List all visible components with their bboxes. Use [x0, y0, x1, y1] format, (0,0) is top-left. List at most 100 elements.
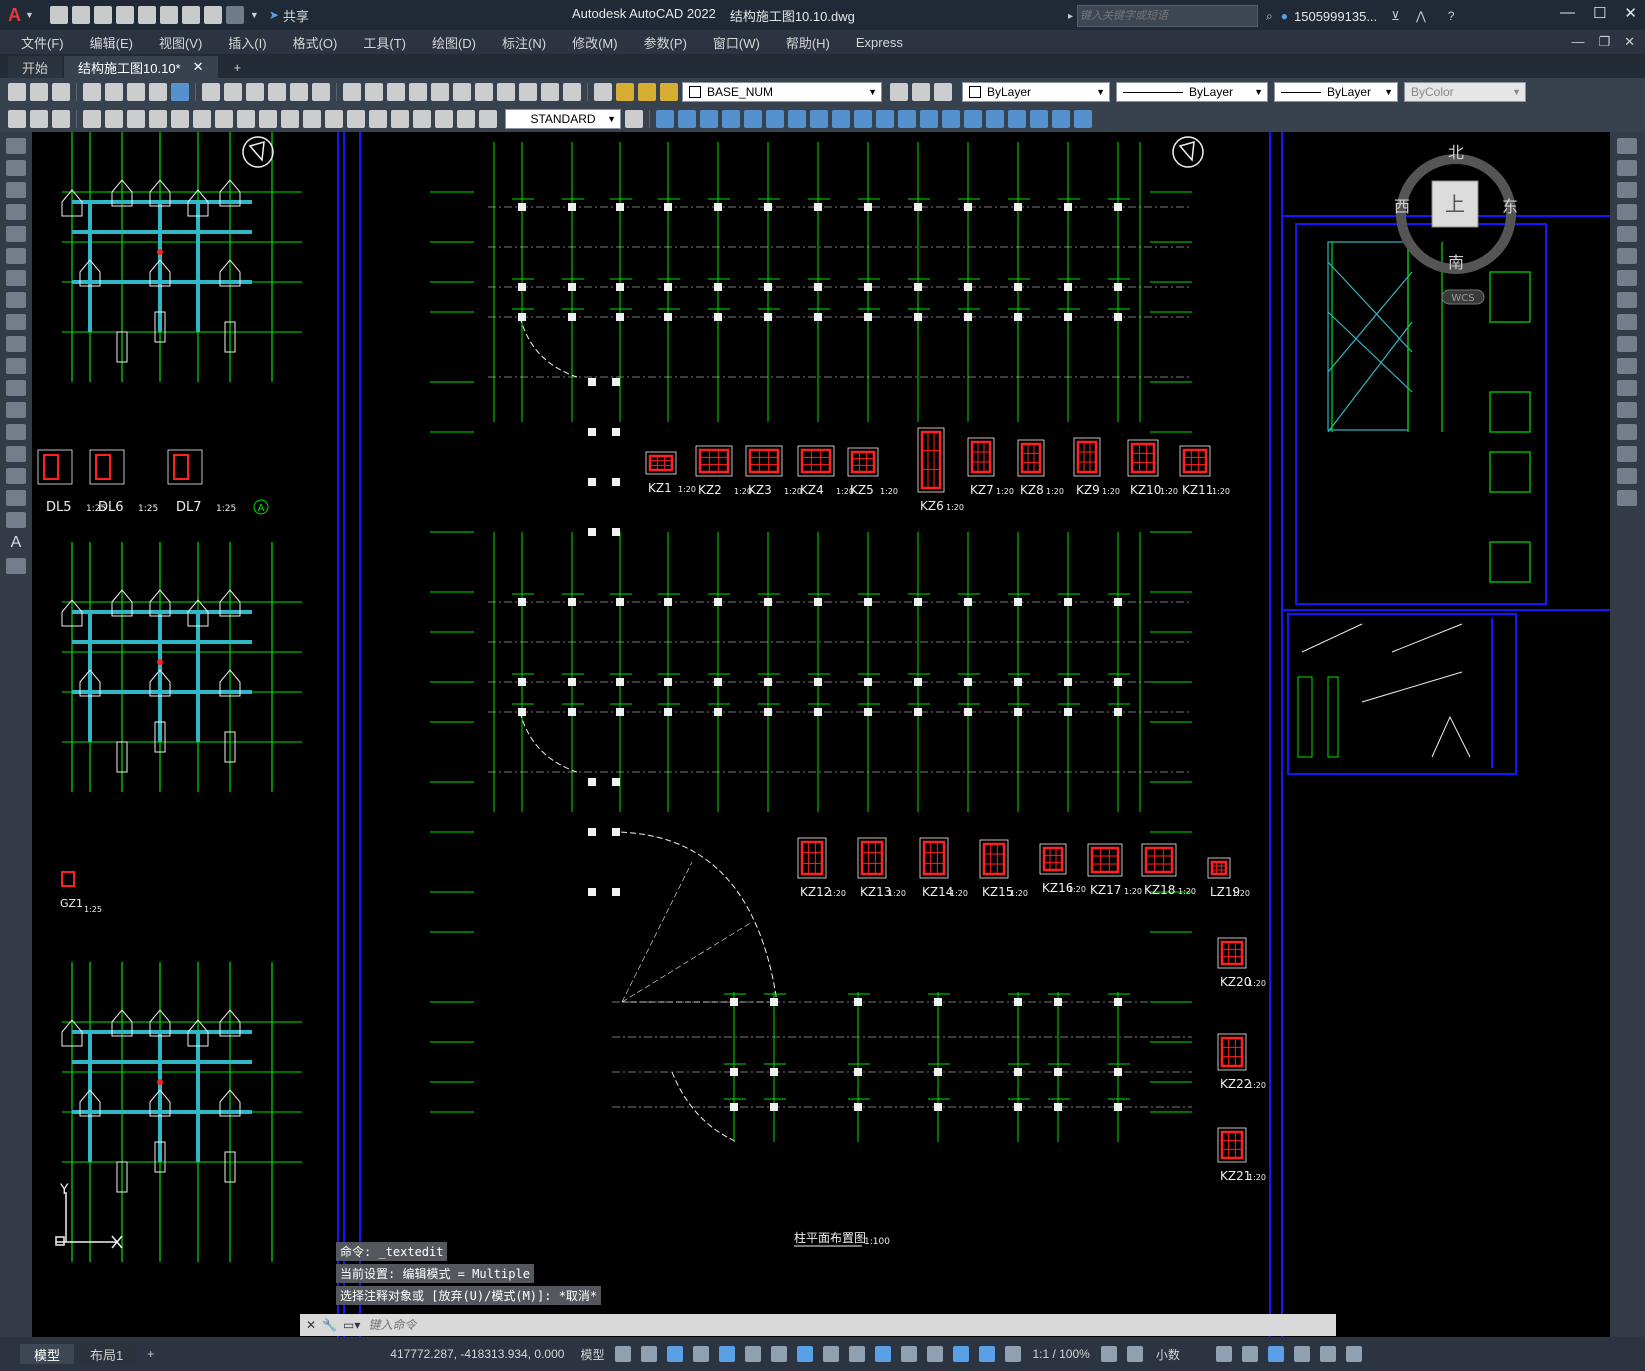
- minimize-icon[interactable]: —: [1560, 4, 1575, 22]
- clean-screen-icon[interactable]: [1319, 1346, 1336, 1362]
- color-faces-icon[interactable]: [898, 110, 916, 128]
- layer-properties-icon[interactable]: [594, 83, 612, 101]
- user-name[interactable]: 1505999135...: [1294, 9, 1377, 24]
- stretch-icon[interactable]: [1617, 314, 1637, 330]
- annotation-visibility-icon[interactable]: [979, 1346, 996, 1362]
- menu-parametric[interactable]: 参数(P): [631, 33, 700, 52]
- command-prompt-icon[interactable]: ▭▾: [343, 1318, 360, 1332]
- copy-faces-icon[interactable]: [876, 110, 894, 128]
- scale-icon[interactable]: [1617, 292, 1637, 308]
- match-properties-icon[interactable]: [268, 83, 286, 101]
- tab-drawing[interactable]: 结构施工图10.10* ✕: [64, 56, 218, 78]
- union-icon[interactable]: [678, 110, 696, 128]
- hardware-acceleration-icon[interactable]: [1293, 1346, 1310, 1362]
- markup-icon[interactable]: [519, 83, 537, 101]
- zoom-realtime-icon[interactable]: [365, 83, 383, 101]
- doc-close-icon[interactable]: ✕: [1624, 34, 1635, 50]
- 3d-print-icon[interactable]: [149, 83, 167, 101]
- layer-freeze-icon[interactable]: [638, 83, 656, 101]
- color-dropdown[interactable]: ByLayer ▼: [962, 82, 1110, 102]
- add-layout-button[interactable]: +: [147, 1347, 154, 1361]
- layer-states-icon[interactable]: [934, 83, 952, 101]
- menu-insert[interactable]: 插入(I): [215, 33, 279, 52]
- dim-angular-icon[interactable]: [215, 110, 233, 128]
- menu-modify[interactable]: 修改(M): [559, 33, 631, 52]
- search-icon[interactable]: ⌕: [1266, 9, 1273, 24]
- tab-close-icon[interactable]: ✕: [193, 59, 204, 75]
- gradient-icon[interactable]: [6, 468, 26, 484]
- design-center-icon[interactable]: [453, 83, 471, 101]
- dim-arc-icon[interactable]: [105, 110, 123, 128]
- ortho-icon[interactable]: [667, 1346, 684, 1362]
- circle-icon[interactable]: [6, 270, 26, 286]
- tolerance-icon[interactable]: [347, 110, 365, 128]
- zoom-window-icon[interactable]: [387, 83, 405, 101]
- tab-layout1[interactable]: 布局1: [76, 1344, 138, 1364]
- layer-on-icon[interactable]: [616, 83, 634, 101]
- polygon-icon[interactable]: [6, 204, 26, 220]
- layer-dropdown[interactable]: BASE_NUM ▼: [682, 82, 882, 102]
- annotation-monitor-icon[interactable]: [1126, 1346, 1143, 1362]
- help-icon[interactable]: [563, 83, 581, 101]
- imprint-icon[interactable]: [920, 110, 938, 128]
- tool-palettes-icon[interactable]: [475, 83, 493, 101]
- menu-format[interactable]: 格式(O): [280, 33, 351, 52]
- cart-icon[interactable]: ⊻: [1391, 9, 1400, 23]
- quick-access-dropdown-icon[interactable]: ▼: [250, 10, 259, 20]
- menu-express[interactable]: Express: [843, 35, 916, 50]
- redo-icon[interactable]: [312, 83, 330, 101]
- save-as-icon[interactable]: [115, 6, 134, 24]
- add-selected-icon[interactable]: [6, 558, 26, 574]
- object-snap-icon[interactable]: [771, 1346, 788, 1362]
- polar-icon[interactable]: [693, 1346, 710, 1362]
- arc-icon[interactable]: [6, 248, 26, 264]
- point-icon[interactable]: [6, 424, 26, 440]
- line-tool-icon[interactable]: [6, 138, 26, 154]
- table-icon[interactable]: [6, 512, 26, 528]
- share-icon[interactable]: ➤: [269, 8, 279, 22]
- dim-jogged-icon[interactable]: [171, 110, 189, 128]
- annotation-scale[interactable]: 1:1 / 100%: [1032, 1347, 1089, 1361]
- command-customize-icon[interactable]: 🔧: [322, 1318, 337, 1332]
- command-input[interactable]: [366, 1315, 1336, 1335]
- ellipse-icon[interactable]: [6, 336, 26, 352]
- gizmo-icon[interactable]: [953, 1346, 970, 1362]
- paste-icon[interactable]: [246, 83, 264, 101]
- layer-lock-icon[interactable]: [660, 83, 678, 101]
- delete-faces-icon[interactable]: [810, 110, 828, 128]
- join-icon[interactable]: [1617, 424, 1637, 440]
- 3d-osnap-icon[interactable]: [875, 1346, 892, 1362]
- quick-dim-icon[interactable]: [237, 110, 255, 128]
- blend-curves-icon[interactable]: [1617, 490, 1637, 506]
- trim-icon[interactable]: [1617, 336, 1637, 352]
- menu-window[interactable]: 窗口(W): [700, 33, 773, 52]
- insert-block-icon[interactable]: [6, 380, 26, 396]
- move-faces-icon[interactable]: [766, 110, 784, 128]
- menu-help[interactable]: 帮助(H): [773, 33, 843, 52]
- maximize-icon[interactable]: ☐: [1593, 4, 1606, 22]
- menu-draw[interactable]: 绘图(D): [419, 33, 489, 52]
- zoom-previous-icon[interactable]: [409, 83, 427, 101]
- copy-icon[interactable]: [224, 83, 242, 101]
- auto-scale-icon[interactable]: [1005, 1346, 1022, 1362]
- dim-update-icon[interactable]: [479, 110, 497, 128]
- tab-model[interactable]: 模型: [20, 1344, 75, 1364]
- new-file-icon[interactable]: [49, 6, 68, 24]
- autocad-logo-icon[interactable]: A: [8, 5, 21, 26]
- lineweight-icon[interactable]: [797, 1346, 814, 1362]
- plot-icon[interactable]: [181, 6, 200, 24]
- check-icon[interactable]: [1008, 110, 1026, 128]
- menu-edit[interactable]: 编辑(E): [77, 33, 146, 52]
- shell-icon[interactable]: [986, 110, 1004, 128]
- inspect-icon[interactable]: [391, 110, 409, 128]
- isolate-objects-icon[interactable]: [1267, 1346, 1284, 1362]
- hatch-icon[interactable]: [6, 446, 26, 462]
- dim-text-edit-icon[interactable]: [457, 110, 475, 128]
- menu-tools[interactable]: 工具(T): [350, 33, 419, 52]
- mirror-icon[interactable]: [1617, 182, 1637, 198]
- copy-object-icon[interactable]: [1617, 160, 1637, 176]
- move-icon[interactable]: [1617, 248, 1637, 264]
- calculator-icon[interactable]: [541, 83, 559, 101]
- dim-linear-icon[interactable]: [83, 110, 101, 128]
- coordinates-readout[interactable]: 417772.287, -418313.934, 0.000: [390, 1347, 564, 1361]
